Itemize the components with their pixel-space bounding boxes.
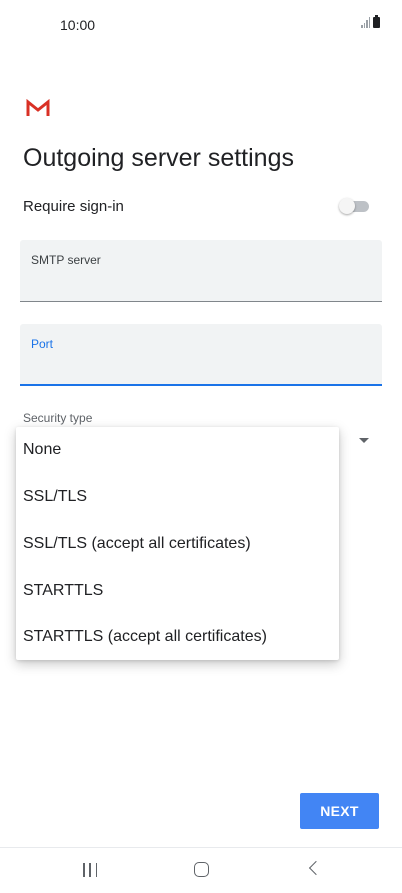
- port-field[interactable]: Port: [20, 324, 382, 386]
- recents-icon: [83, 863, 97, 877]
- home-icon: [194, 862, 209, 877]
- smtp-server-label: SMTP server: [31, 253, 101, 267]
- home-button[interactable]: [172, 848, 232, 893]
- security-type-label: Security type: [23, 411, 93, 425]
- require-signin-row: Require sign-in: [23, 196, 369, 218]
- security-option-starttls[interactable]: STARTTLS: [16, 568, 339, 614]
- back-icon: [308, 860, 324, 876]
- gmail-icon: [26, 99, 50, 116]
- next-button[interactable]: NEXT: [300, 793, 379, 829]
- dropdown-arrow-icon[interactable]: [359, 438, 369, 443]
- port-label: Port: [31, 337, 54, 351]
- smtp-server-field[interactable]: SMTP server: [20, 240, 382, 302]
- back-button[interactable]: [286, 848, 346, 893]
- require-signin-toggle[interactable]: [339, 198, 369, 214]
- security-type-dropdown-menu: None SSL/TLS SSL/TLS (accept all certifi…: [16, 427, 339, 660]
- security-option-none[interactable]: None: [16, 427, 339, 473]
- status-time: 10:00: [60, 17, 96, 33]
- toggle-thumb: [339, 198, 355, 214]
- security-option-ssl-tls-accept-all[interactable]: SSL/TLS (accept all certificates): [16, 521, 339, 567]
- battery-icon: [373, 15, 380, 28]
- require-signin-label: Require sign-in: [23, 198, 124, 215]
- page-title: Outgoing server settings: [23, 144, 294, 172]
- signal-icon: [361, 16, 370, 28]
- status-icons: [361, 15, 380, 28]
- status-bar: 10:00: [0, 0, 402, 48]
- security-option-ssl-tls[interactable]: SSL/TLS: [16, 474, 339, 520]
- recents-button[interactable]: [60, 848, 120, 893]
- system-nav-bar: [0, 848, 402, 893]
- security-option-starttls-accept-all[interactable]: STARTTLS (accept all certificates): [16, 614, 339, 660]
